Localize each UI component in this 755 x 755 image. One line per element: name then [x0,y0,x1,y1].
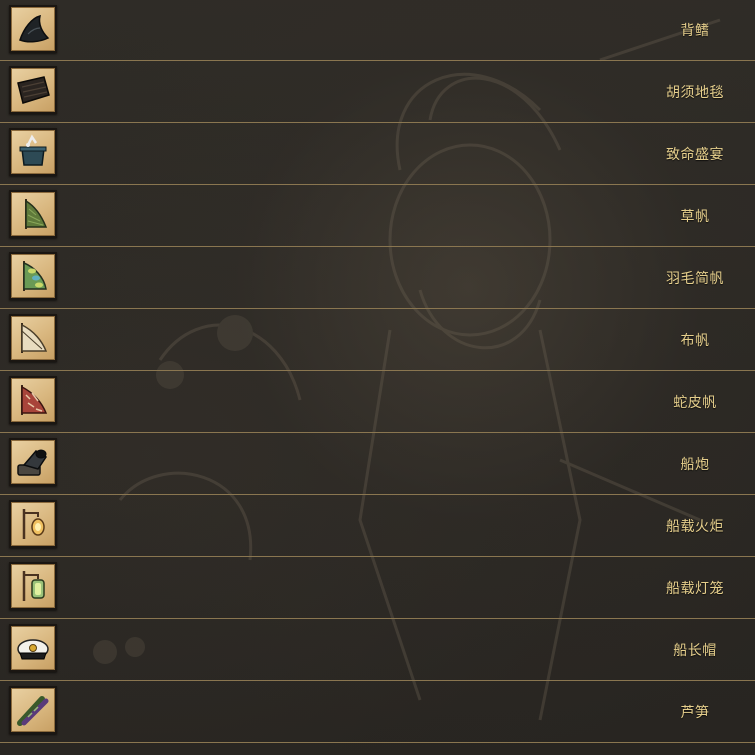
list-item[interactable]: 布帆 [0,309,755,371]
item-slot [9,376,57,424]
item-slot [9,686,57,734]
cloth-sail-icon [21,323,48,353]
beard-rug-icon [17,76,50,104]
list-item[interactable]: 船长帽 [0,619,755,681]
item-slot [9,438,57,486]
list-item[interactable]: 船载灯笼 [0,557,755,619]
list-item[interactable]: 芦笋 [0,681,755,743]
boat-torch-icon [22,509,45,539]
item-label: 船载灯笼 [666,580,724,597]
list-item[interactable]: 蛇皮帆 [0,371,755,433]
captain-hat-icon [17,639,49,660]
item-label: 船炮 [680,456,710,473]
item-slot [9,624,57,672]
item-slot [9,66,57,114]
grass-sail-icon [25,199,48,229]
item-slot [9,190,57,238]
item-slot [9,314,57,362]
list-item[interactable]: 草帆 [0,185,755,247]
item-label: 背鳍 [680,23,710,39]
fin-icon [19,14,50,43]
item-label: 致命盛宴 [666,146,724,163]
feather-sail-icon [23,261,47,291]
item-list-page: 背鳍 胡须地毯 致命盛宴 草帆 羽毛简帆 布帆 蛇皮帆 船炮 船载火炬 船载灯笼… [0,0,755,755]
list-item[interactable]: 羽毛简帆 [0,247,755,309]
boat-lantern-icon [22,571,45,601]
item-label: 芦笋 [680,704,710,721]
item-label: 船载火炬 [666,518,724,535]
list-item[interactable]: 背鳍 [0,0,755,61]
item-label: 草帆 [680,208,710,225]
item-list: 背鳍 胡须地毯 致命盛宴 草帆 羽毛简帆 布帆 蛇皮帆 船炮 船载火炬 船载灯笼… [0,0,755,743]
list-item[interactable]: 船炮 [0,433,755,495]
item-label: 布帆 [680,332,710,349]
list-item[interactable]: 致命盛宴 [0,123,755,185]
item-slot [9,5,57,53]
list-item[interactable]: 船载火炬 [0,495,755,557]
item-slot [9,128,57,176]
item-slot [9,500,57,548]
cooking-pot-icon [19,134,47,166]
snakeskin-sail-icon [21,385,48,415]
item-slot [9,562,57,610]
item-label: 胡须地毯 [666,84,724,101]
asparagus-icon [17,696,49,726]
item-label: 蛇皮帆 [673,394,717,411]
item-label: 羽毛简帆 [666,270,724,287]
boat-cannon-icon [17,449,48,476]
list-item[interactable]: 胡须地毯 [0,61,755,123]
item-slot [9,252,57,300]
item-label: 船长帽 [673,642,717,659]
